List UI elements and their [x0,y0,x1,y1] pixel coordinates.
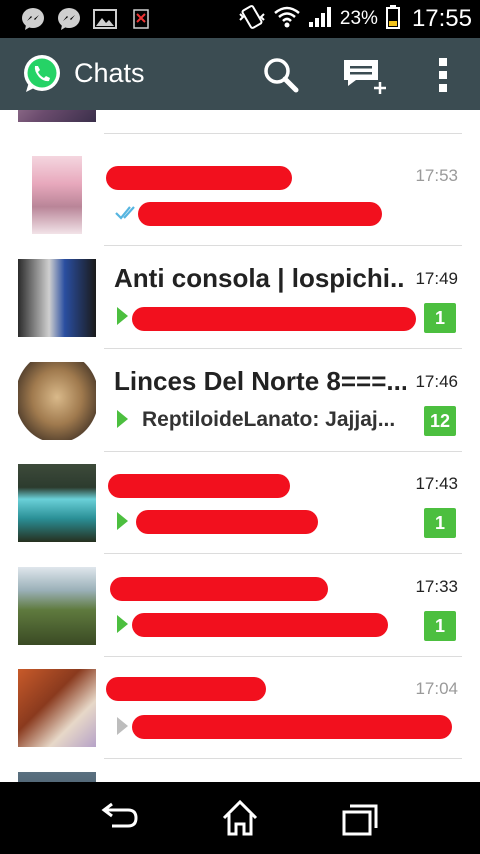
gallery-icon [92,6,118,32]
vibrate-icon [238,4,266,35]
divider [104,758,462,759]
chat-row[interactable]: Anti consola | lospichi... 17:49 1 [0,247,480,349]
search-icon[interactable] [262,56,300,94]
chat-row[interactable]: 17:53 [0,144,480,246]
divider [104,553,462,554]
sent-check-icon [114,110,138,112]
chat-time: 17:49 [415,269,458,288]
whatsapp-logo-icon [20,52,64,96]
chat-row[interactable]: 17:43 1 [0,452,480,554]
redacted-name [108,474,290,498]
chat-name: Linces Del Norte 8===... [114,366,406,396]
home-icon[interactable] [218,798,262,838]
unread-arrow-icon [114,510,138,532]
page-title: Chats [74,58,145,88]
battery-percent: 23% [339,8,378,29]
back-icon[interactable] [98,798,142,838]
avatar [18,567,96,645]
chat-row[interactable]: Linces Del Norte 8===... 17:46 Reptiloid… [0,350,480,452]
unread-arrow-icon [114,408,138,430]
action-bar: Chats [0,38,480,110]
divider [104,348,462,349]
read-double-check-icon [114,202,138,224]
overflow-menu-icon[interactable] [432,56,454,94]
avatar [18,669,96,747]
redacted-preview [132,307,416,331]
sim-icon [128,6,154,32]
battery-icon [385,4,400,34]
messenger-icon [20,6,46,32]
navigation-bar [0,782,480,854]
avatar [18,259,96,337]
unread-badge: 12 [424,406,456,436]
divider [104,245,462,246]
chat-time: 17:46 [415,372,458,391]
status-clock: 17:55 [411,5,472,32]
avatar [18,464,96,542]
chat-row[interactable] [0,110,480,134]
chat-row[interactable]: 17:04 [0,657,480,759]
status-bar: 23% 17:55 [0,0,480,38]
new-chat-icon[interactable] [342,56,390,96]
avatar [32,156,82,234]
chat-list[interactable]: 17:53 Anti consola | lospichi... 17:49 1… [0,110,480,782]
chat-time: 17:53 [415,166,458,185]
avatar [18,110,96,122]
redacted-name [106,166,292,190]
redacted-name [110,577,328,601]
avatar [18,362,96,440]
messenger-icon [56,6,82,32]
chat-time: 17:33 [415,577,458,596]
recents-icon[interactable] [338,798,382,838]
redacted-name [106,677,266,701]
redacted-preview [132,613,388,637]
redacted-preview [136,510,318,534]
chat-time: 17:04 [415,679,458,698]
divider [104,133,462,134]
wifi-icon [274,6,300,33]
chat-preview: ReptiloideLanato: Jajjaj... [142,408,396,431]
unread-badge: 1 [424,508,456,538]
unread-badge: 1 [424,303,456,333]
avatar [18,772,96,782]
unread-badge: 1 [424,611,456,641]
redacted-preview [132,715,452,739]
chat-name: Anti consola | lospichi... [114,263,406,293]
chat-time: 17:43 [415,474,458,493]
redacted-preview [138,202,382,226]
chat-row[interactable] [0,760,480,782]
chat-row[interactable]: 17:33 1 [0,555,480,657]
signal-icon [308,6,332,33]
